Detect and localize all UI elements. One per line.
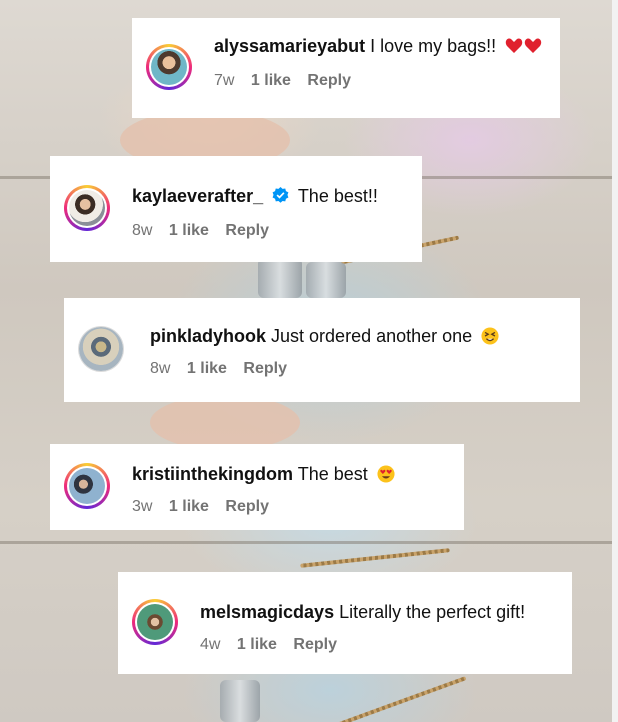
reply-button[interactable]: Reply bbox=[243, 360, 287, 377]
comment-line: melsmagicdays Literally the perfect gift… bbox=[200, 602, 525, 623]
comment-username[interactable]: pinkladyhook bbox=[150, 326, 266, 346]
avatar[interactable] bbox=[146, 44, 192, 90]
reply-button[interactable]: Reply bbox=[293, 636, 337, 653]
comment-card: alyssamarieyabut I love my bags!! 7w 1 l… bbox=[132, 18, 560, 118]
comment-line: pinkladyhook Just ordered another one bbox=[150, 326, 499, 350]
squinting-face-emoji-icon bbox=[481, 327, 499, 350]
comment-likes[interactable]: 1 like bbox=[169, 498, 209, 515]
comment-line: alyssamarieyabut I love my bags!! bbox=[214, 36, 543, 60]
comment-time: 7w bbox=[214, 72, 235, 89]
comment-time: 8w bbox=[150, 360, 171, 377]
comment-likes[interactable]: 1 like bbox=[251, 72, 291, 89]
comment-text: Literally the perfect gift! bbox=[339, 602, 526, 622]
comment-meta: 3w 1 like Reply bbox=[132, 498, 269, 516]
avatar[interactable] bbox=[64, 185, 110, 231]
comment-card: kristiinthekingdom The best 3w 1 like Re… bbox=[50, 444, 464, 530]
comment-card: pinkladyhook Just ordered another one 8w… bbox=[64, 298, 580, 402]
heart-eyes-emoji-icon bbox=[377, 465, 395, 488]
verified-badge-icon bbox=[272, 187, 289, 209]
comment-meta: 4w 1 like Reply bbox=[200, 636, 337, 654]
comment-meta: 7w 1 like Reply bbox=[214, 72, 351, 90]
avatar[interactable] bbox=[78, 326, 124, 372]
reply-button[interactable]: Reply bbox=[225, 222, 269, 239]
reply-button[interactable]: Reply bbox=[307, 72, 351, 89]
comment-meta: 8w 1 like Reply bbox=[132, 222, 269, 240]
comment-username[interactable]: kristiinthekingdom bbox=[132, 464, 293, 484]
comment-card: melsmagicdays Literally the perfect gift… bbox=[118, 572, 572, 674]
comment-text: Just ordered another one bbox=[271, 326, 473, 346]
reply-button[interactable]: Reply bbox=[225, 498, 269, 515]
comment-text: The best!! bbox=[297, 186, 378, 206]
comment-time: 8w bbox=[132, 222, 153, 239]
avatar[interactable] bbox=[132, 599, 178, 645]
comment-likes[interactable]: 1 like bbox=[237, 636, 277, 653]
comment-text: The best bbox=[297, 464, 368, 484]
two-hearts-emoji-icon bbox=[505, 37, 543, 60]
comment-line: kristiinthekingdom The best bbox=[132, 464, 395, 488]
comment-username[interactable]: alyssamarieyabut bbox=[214, 36, 365, 56]
comment-time: 3w bbox=[132, 498, 153, 515]
avatar[interactable] bbox=[64, 463, 110, 509]
comment-likes[interactable]: 1 like bbox=[187, 360, 227, 377]
comment-line: kaylaeverafter_ The best!! bbox=[132, 186, 378, 209]
comment-username[interactable]: kaylaeverafter_ bbox=[132, 186, 263, 206]
comment-text: I love my bags!! bbox=[370, 36, 497, 56]
comment-time: 4w bbox=[200, 636, 221, 653]
comment-card: kaylaeverafter_ The best!! 8w 1 like Rep… bbox=[50, 156, 422, 262]
comment-username[interactable]: melsmagicdays bbox=[200, 602, 334, 622]
comment-likes[interactable]: 1 like bbox=[169, 222, 209, 239]
comment-meta: 8w 1 like Reply bbox=[150, 360, 287, 378]
